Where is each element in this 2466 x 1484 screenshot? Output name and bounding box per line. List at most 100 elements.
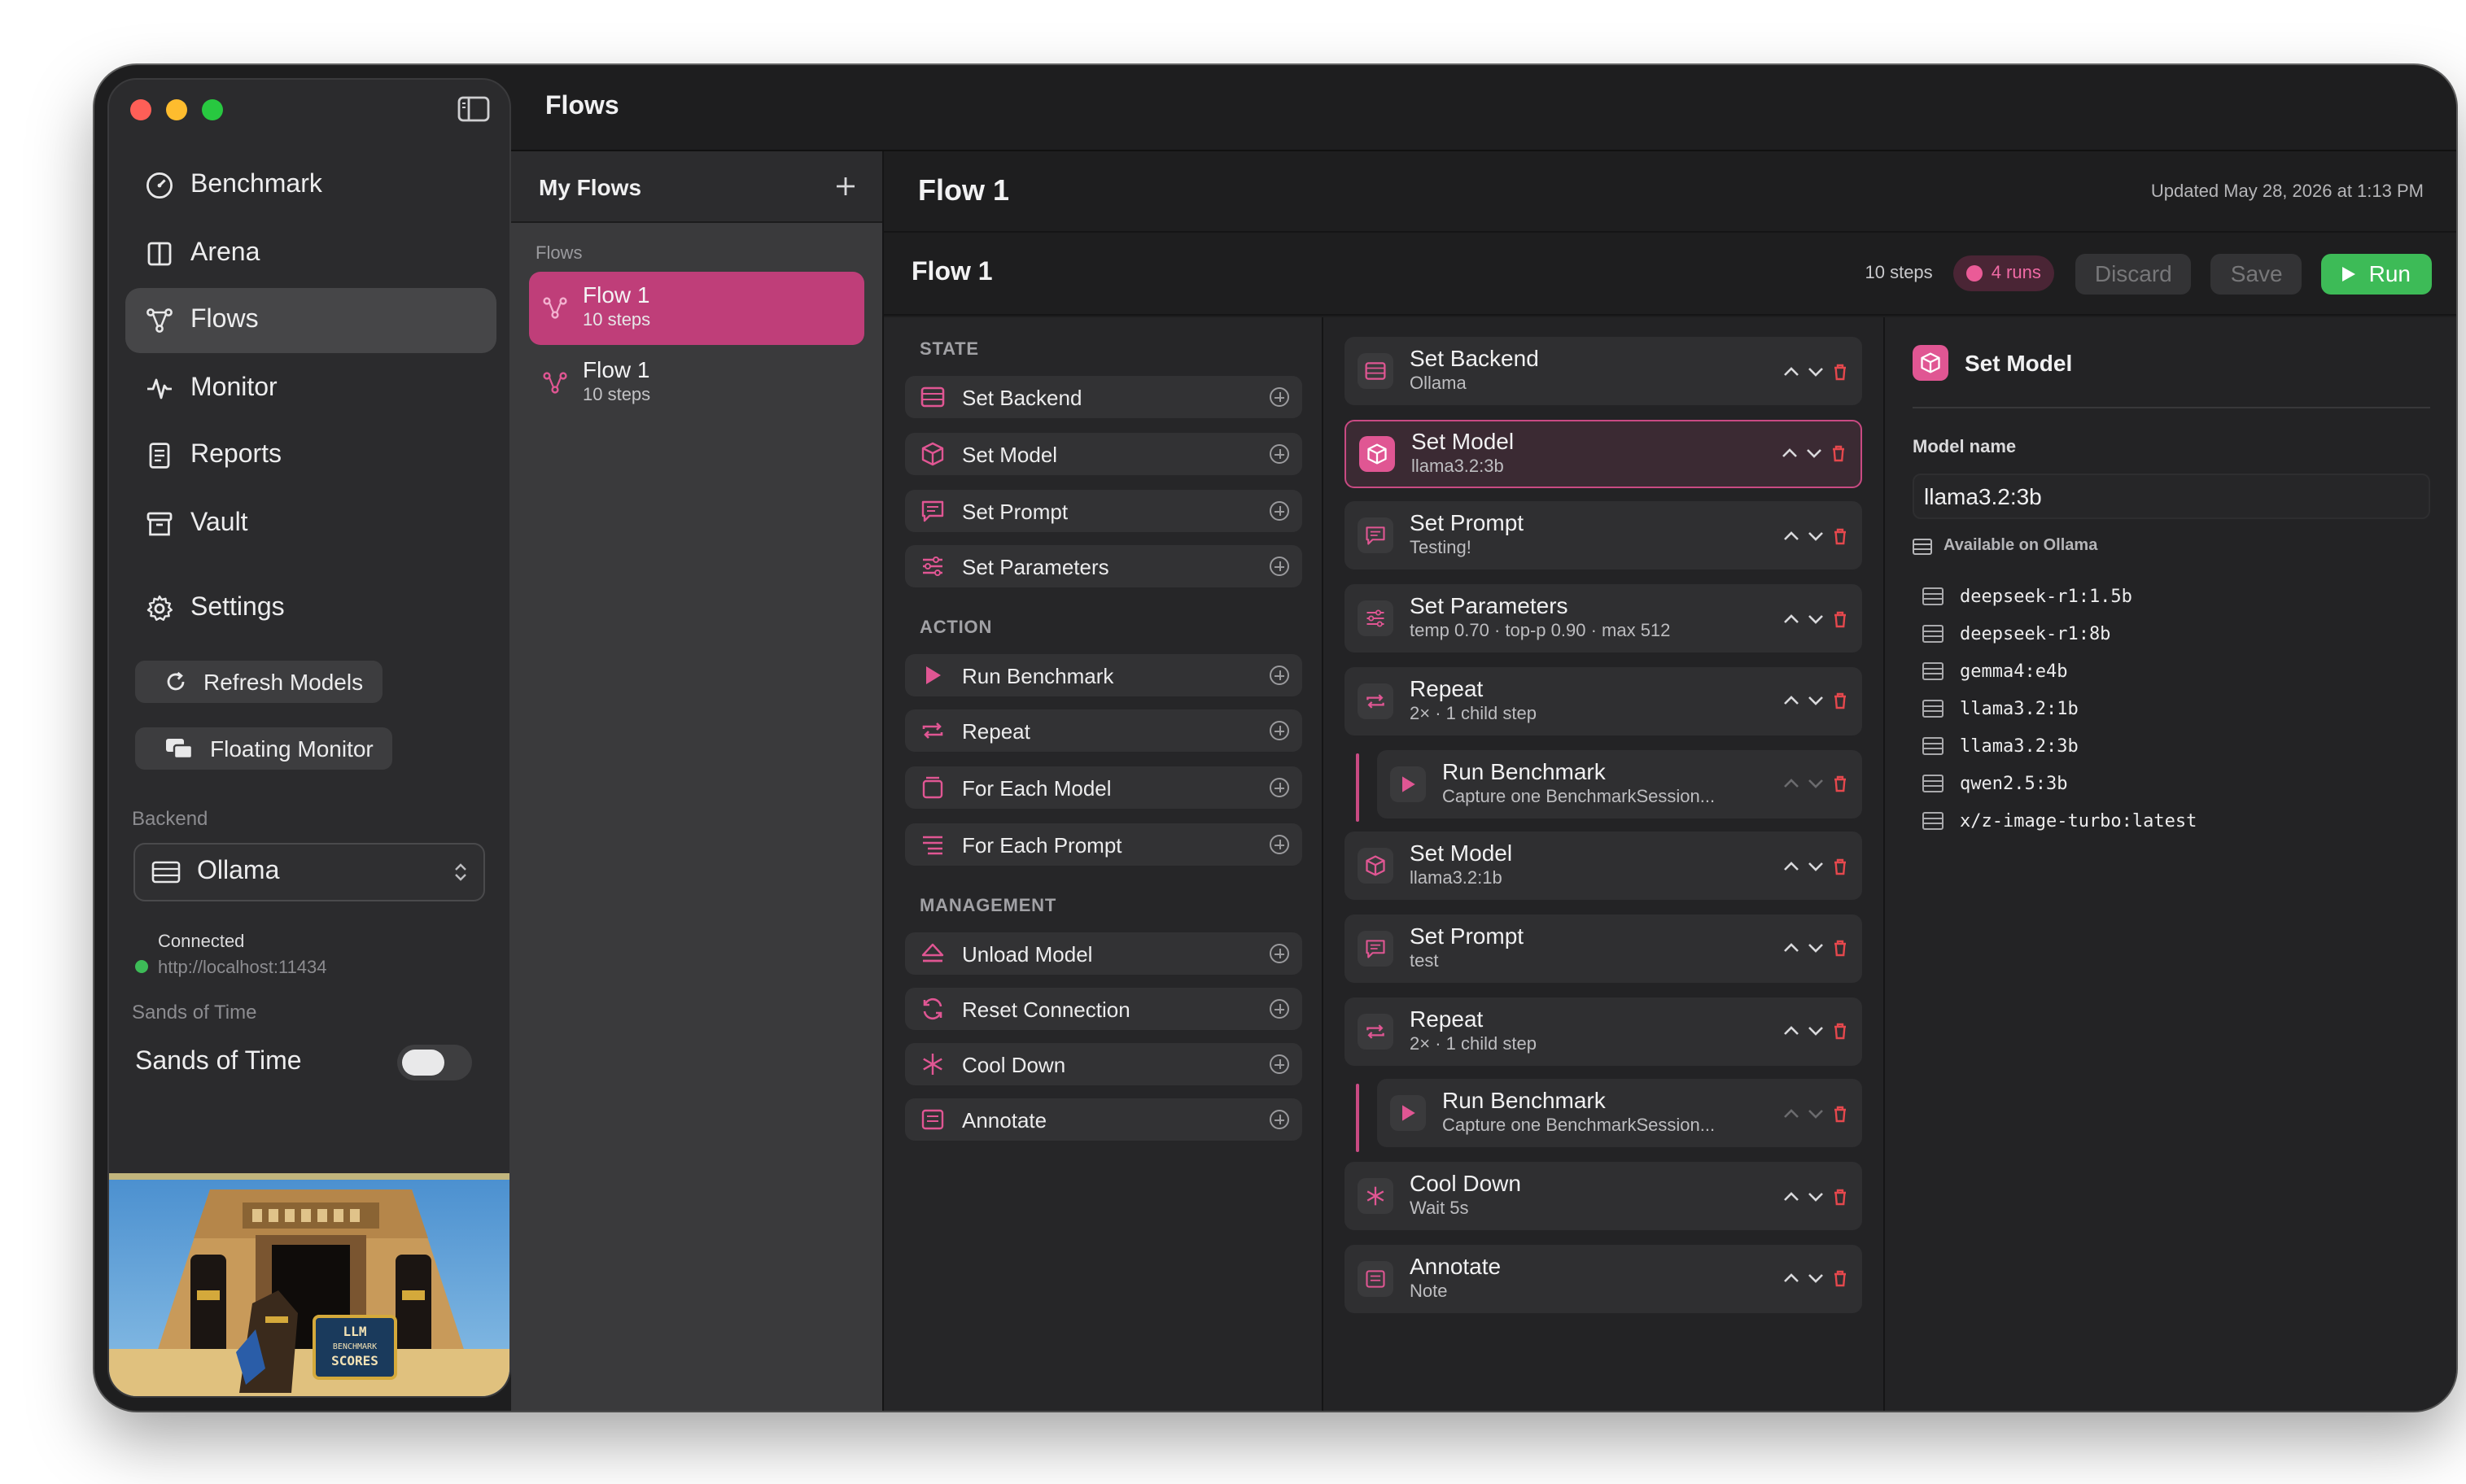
palette-item-run-benchmark[interactable]: Run Benchmark bbox=[905, 654, 1302, 696]
flow-step[interactable]: Set Backend Ollama bbox=[1344, 337, 1862, 405]
sidebar-item-settings[interactable]: Settings bbox=[125, 575, 496, 640]
minimize-window-button[interactable] bbox=[166, 99, 187, 120]
palette-item-reset-connection[interactable]: Reset Connection bbox=[905, 988, 1302, 1030]
move-up-icon[interactable] bbox=[1782, 1105, 1800, 1123]
add-circle-icon[interactable] bbox=[1270, 778, 1289, 797]
close-window-button[interactable] bbox=[130, 99, 151, 120]
delete-step-trash-icon[interactable] bbox=[1831, 1269, 1849, 1287]
palette-item-annotate[interactable]: Annotate bbox=[905, 1098, 1302, 1141]
move-down-icon[interactable] bbox=[1807, 527, 1825, 545]
backend-select[interactable]: Ollama bbox=[133, 843, 485, 901]
sidebar-item-arena[interactable]: Arena bbox=[125, 220, 496, 286]
run-button[interactable]: Run bbox=[2321, 253, 2432, 294]
add-flow-plus-icon[interactable] bbox=[835, 176, 856, 197]
palette-item-repeat[interactable]: Repeat bbox=[905, 709, 1302, 752]
available-model-item[interactable]: x/z-image-turbo:latest bbox=[1922, 802, 2430, 840]
available-model-item[interactable]: deepseek-r1:8b bbox=[1922, 615, 2430, 653]
palette-item-for-each-prompt[interactable]: For Each Prompt bbox=[905, 823, 1302, 866]
move-down-icon[interactable] bbox=[1807, 609, 1825, 627]
add-circle-icon[interactable] bbox=[1270, 835, 1289, 854]
delete-step-trash-icon[interactable] bbox=[1831, 857, 1849, 875]
flow-step[interactable]: Cool Down Wait 5s bbox=[1344, 1162, 1862, 1230]
refresh-models-button[interactable]: Refresh Models bbox=[135, 661, 383, 703]
add-circle-icon[interactable] bbox=[1270, 501, 1289, 521]
palette-item-set-prompt[interactable]: Set Prompt bbox=[905, 490, 1302, 532]
sidebar-toggle-icon[interactable] bbox=[457, 96, 490, 122]
sidebar-item-monitor[interactable]: Monitor bbox=[125, 356, 496, 421]
delete-step-trash-icon[interactable] bbox=[1831, 775, 1849, 792]
flow-step[interactable]: Run Benchmark Capture one BenchmarkSessio… bbox=[1377, 1079, 1862, 1148]
palette-item-for-each-model[interactable]: For Each Model bbox=[905, 766, 1302, 809]
move-up-icon[interactable] bbox=[1782, 1269, 1800, 1287]
flow-step[interactable]: Run Benchmark Capture one BenchmarkSessio… bbox=[1377, 749, 1862, 818]
add-circle-icon[interactable] bbox=[1270, 721, 1289, 740]
available-model-item[interactable]: llama3.2:1b bbox=[1922, 690, 2430, 727]
move-down-icon[interactable] bbox=[1807, 692, 1825, 710]
add-circle-icon[interactable] bbox=[1270, 944, 1289, 963]
move-up-icon[interactable] bbox=[1782, 857, 1800, 875]
delete-step-trash-icon[interactable] bbox=[1830, 444, 1847, 462]
add-circle-icon[interactable] bbox=[1270, 666, 1289, 685]
move-down-icon[interactable] bbox=[1807, 940, 1825, 958]
palette-item-set-backend[interactable]: Set Backend bbox=[905, 376, 1302, 418]
move-down-icon[interactable] bbox=[1807, 1269, 1825, 1287]
floating-monitor-button[interactable]: Floating Monitor bbox=[135, 727, 393, 770]
available-model-item[interactable]: gemma4:e4b bbox=[1922, 653, 2430, 690]
add-circle-icon[interactable] bbox=[1270, 387, 1289, 407]
move-down-icon[interactable] bbox=[1805, 444, 1823, 462]
model-name-field[interactable]: llama3.2:3b bbox=[1913, 474, 2430, 519]
sidebar-item-vault[interactable]: Vault bbox=[125, 491, 496, 556]
sidebar-item-flows[interactable]: Flows bbox=[125, 288, 496, 353]
add-circle-icon[interactable] bbox=[1270, 999, 1289, 1019]
move-up-icon[interactable] bbox=[1782, 362, 1800, 380]
delete-step-trash-icon[interactable] bbox=[1831, 362, 1849, 380]
flow-step[interactable]: Annotate Note bbox=[1344, 1244, 1862, 1313]
palette-item-cool-down[interactable]: Cool Down bbox=[905, 1043, 1302, 1085]
add-circle-icon[interactable] bbox=[1270, 1110, 1289, 1129]
palette-item-set-parameters[interactable]: Set Parameters bbox=[905, 545, 1302, 587]
flow-step[interactable]: Set Parameters temp 0.70 · top-p 0.90 · m… bbox=[1344, 584, 1862, 653]
save-button[interactable]: Save bbox=[2210, 253, 2302, 294]
flow-list-item[interactable]: Flow 1 10 steps bbox=[529, 347, 864, 420]
move-down-icon[interactable] bbox=[1807, 1105, 1825, 1123]
move-up-icon[interactable] bbox=[1782, 527, 1800, 545]
move-down-icon[interactable] bbox=[1807, 362, 1825, 380]
move-up-icon[interactable] bbox=[1782, 1187, 1800, 1205]
move-down-icon[interactable] bbox=[1807, 775, 1825, 792]
delete-step-trash-icon[interactable] bbox=[1831, 527, 1849, 545]
delete-step-trash-icon[interactable] bbox=[1831, 940, 1849, 958]
delete-step-trash-icon[interactable] bbox=[1831, 692, 1849, 710]
add-circle-icon[interactable] bbox=[1270, 444, 1289, 464]
sidebar-item-benchmark[interactable]: Benchmark bbox=[125, 153, 496, 218]
sidebar-item-reports[interactable]: Reports bbox=[125, 423, 496, 488]
flow-step[interactable]: Set Model llama3.2:1b bbox=[1344, 831, 1862, 901]
discard-button[interactable]: Discard bbox=[2075, 253, 2192, 294]
flow-step[interactable]: Set Prompt Testing! bbox=[1344, 501, 1862, 570]
move-up-icon[interactable] bbox=[1782, 775, 1800, 792]
available-model-item[interactable]: llama3.2:3b bbox=[1922, 727, 2430, 765]
move-up-icon[interactable] bbox=[1782, 692, 1800, 710]
move-up-icon[interactable] bbox=[1782, 940, 1800, 958]
delete-step-trash-icon[interactable] bbox=[1831, 1105, 1849, 1123]
flow-step[interactable]: Repeat 2× · 1 child step bbox=[1344, 666, 1862, 735]
move-up-icon[interactable] bbox=[1781, 444, 1799, 462]
zoom-window-button[interactable] bbox=[202, 99, 223, 120]
add-circle-icon[interactable] bbox=[1270, 556, 1289, 576]
flow-name[interactable]: Flow 1 bbox=[912, 259, 1865, 288]
add-circle-icon[interactable] bbox=[1270, 1054, 1289, 1074]
delete-step-trash-icon[interactable] bbox=[1831, 609, 1849, 627]
flow-step[interactable]: Repeat 2× · 1 child step bbox=[1344, 997, 1862, 1066]
flow-step[interactable]: Set Model llama3.2:3b bbox=[1344, 419, 1862, 488]
available-model-item[interactable]: qwen2.5:3b bbox=[1922, 765, 2430, 802]
move-up-icon[interactable] bbox=[1782, 1022, 1800, 1040]
available-model-item[interactable]: deepseek-r1:1.5b bbox=[1922, 578, 2430, 615]
move-up-icon[interactable] bbox=[1782, 609, 1800, 627]
delete-step-trash-icon[interactable] bbox=[1831, 1187, 1849, 1205]
move-down-icon[interactable] bbox=[1807, 1187, 1825, 1205]
sands-toggle[interactable] bbox=[397, 1045, 472, 1080]
palette-item-unload-model[interactable]: Unload Model bbox=[905, 932, 1302, 975]
move-down-icon[interactable] bbox=[1807, 857, 1825, 875]
delete-step-trash-icon[interactable] bbox=[1831, 1022, 1849, 1040]
flow-step[interactable]: Set Prompt test bbox=[1344, 914, 1862, 983]
flow-list-item[interactable]: Flow 1 10 steps bbox=[529, 272, 864, 345]
